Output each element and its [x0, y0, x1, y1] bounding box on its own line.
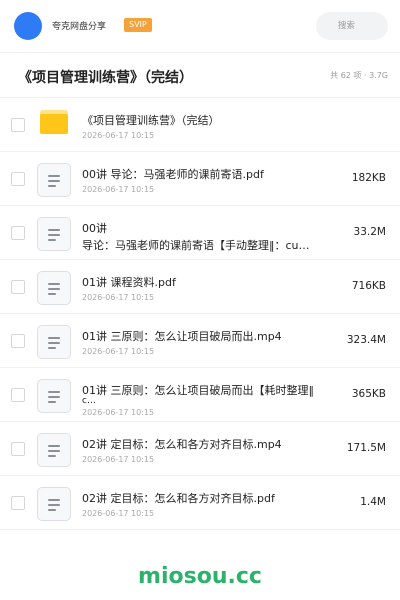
list-item[interactable]: 00讲 导论：马强老师的课前寄语.pdf 2026-06-17 10:15 18… [0, 152, 400, 206]
document-icon [37, 217, 71, 251]
item-name: 《项目管理训练营》（完结） [82, 114, 220, 127]
item-size: 171.5M [346, 442, 386, 454]
item-size: 1.4M [360, 496, 386, 508]
list-item[interactable]: 01讲 课程资料.pdf 2026-06-17 10:15 716KB [0, 260, 400, 314]
document-icon [37, 163, 71, 197]
list-item[interactable]: 00讲 导论：马强老师的课前寄语【手动整理‖：cu… 33.2M [0, 206, 400, 260]
list-item[interactable]: 02讲 定目标：怎么和各方对齐目标.pdf 2026-06-17 10:15 1… [0, 476, 400, 530]
item-name: 02讲 定目标：怎么和各方对齐目标.mp4 [82, 438, 282, 451]
row-checkbox[interactable] [11, 226, 25, 240]
svip-badge: SVIP [124, 18, 152, 32]
item-date: 2026-06-17 10:15 [82, 509, 155, 518]
file-list: 《项目管理训练营》（完结） 2026-06-17 10:15 00讲 导论：马强… [0, 98, 400, 530]
document-icon [37, 433, 71, 467]
item-date: 2026-06-17 10:15 [82, 293, 155, 302]
document-icon [37, 379, 71, 413]
list-item[interactable]: 01讲 三原则：怎么让项目破局而出【耗时整理‖ c… 2026-06-17 10… [0, 368, 400, 422]
item-name: 01讲 课程资料.pdf [82, 276, 176, 289]
item-date: 2026-06-17 10:15 [82, 347, 155, 356]
item-name: 00讲 [82, 222, 107, 235]
item-name: 02讲 定目标：怎么和各方对齐目标.pdf [82, 492, 275, 505]
item-date: 2026-06-17 10:15 [82, 131, 155, 140]
row-checkbox[interactable] [11, 442, 25, 456]
folder-meta: 共 62 项 · 3.7G [330, 71, 388, 80]
item-name-continued: 导论：马强老师的课前寄语【手动整理‖：cu… [82, 239, 310, 252]
document-icon [37, 271, 71, 305]
list-item[interactable]: 02讲 定目标：怎么和各方对齐目标.mp4 2026-06-17 10:15 1… [0, 422, 400, 476]
row-checkbox[interactable] [11, 280, 25, 294]
item-size: 33.2M [353, 226, 386, 238]
avatar[interactable] [14, 12, 42, 40]
header: 夸克网盘分享 SVIP 搜索 [0, 0, 400, 52]
row-checkbox[interactable] [11, 172, 25, 186]
document-icon [37, 487, 71, 521]
row-checkbox[interactable] [11, 118, 25, 132]
folder-title-bar: 《项目管理训练营》（完结） 共 62 项 · 3.7G [0, 52, 400, 98]
page-title: 《项目管理训练营》（完结） [18, 70, 193, 86]
row-checkbox[interactable] [11, 334, 25, 348]
item-date: 2026-06-17 10:15 [82, 185, 155, 194]
item-size: 365KB [351, 388, 386, 400]
item-date: 2026-06-17 10:15 [82, 408, 155, 417]
search-input[interactable]: 搜索 [316, 12, 388, 40]
list-item[interactable]: 01讲 三原则：怎么让项目破局而出.mp4 2026-06-17 10:15 3… [0, 314, 400, 368]
item-date: 2026-06-17 10:15 [82, 455, 155, 464]
item-size: 182KB [351, 172, 386, 184]
row-checkbox[interactable] [11, 388, 25, 402]
item-size: 323.4M [346, 334, 386, 346]
app-title: 夸克网盘分享 [52, 22, 107, 32]
row-checkbox[interactable] [11, 496, 25, 510]
item-name: 01讲 三原则：怎么让项目破局而出.mp4 [82, 330, 282, 343]
document-icon [37, 325, 71, 359]
folder-icon [40, 110, 68, 134]
item-name-continued: c… [82, 396, 96, 406]
item-size: 716KB [351, 280, 386, 292]
item-name: 00讲 导论：马强老师的课前寄语.pdf [82, 168, 264, 181]
brand-watermark: miosou.cc [138, 564, 262, 589]
list-item[interactable]: 《项目管理训练营》（完结） 2026-06-17 10:15 [0, 98, 400, 152]
